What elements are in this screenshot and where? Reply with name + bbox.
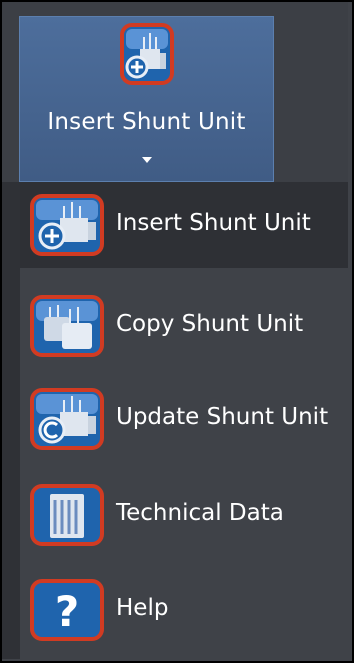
menu-item-copy-shunt-unit[interactable]: Copy Shunt Unit xyxy=(20,283,348,369)
svg-text:?: ? xyxy=(55,587,79,636)
menu-item-label: Update Shunt Unit xyxy=(116,404,329,430)
menu-item-insert-shunt-unit[interactable]: Insert Shunt Unit xyxy=(20,182,348,268)
menu-item-update-shunt-unit[interactable]: Update Shunt Unit xyxy=(20,376,348,462)
menu-item-technical-data[interactable]: Technical Data xyxy=(20,472,348,558)
help-icon: ? xyxy=(30,579,104,645)
insert-shunt-unit-ribbon-button[interactable]: Insert Shunt Unit xyxy=(19,16,274,182)
insert-shunt-unit-icon xyxy=(120,23,174,89)
ribbon-button-label: Insert Shunt Unit xyxy=(47,109,246,135)
menu-item-label: Copy Shunt Unit xyxy=(116,311,304,337)
insert-shunt-unit-icon xyxy=(30,194,104,260)
menu-item-label: Insert Shunt Unit xyxy=(116,210,311,236)
menu-item-label: Help xyxy=(116,595,169,621)
menu-item-label: Technical Data xyxy=(116,500,284,526)
menu-item-help[interactable]: ? Help xyxy=(20,567,348,653)
ribbon-panel: Insert Shunt Unit xyxy=(2,2,348,182)
dropdown-arrow-icon[interactable] xyxy=(142,157,152,163)
dropdown-menu: Insert Shunt Unit Copy Shunt Unit Update… xyxy=(20,182,348,659)
copy-shunt-unit-icon xyxy=(30,295,104,361)
left-strip xyxy=(2,182,20,659)
update-shunt-unit-icon xyxy=(30,388,104,454)
technical-data-icon xyxy=(30,484,104,550)
